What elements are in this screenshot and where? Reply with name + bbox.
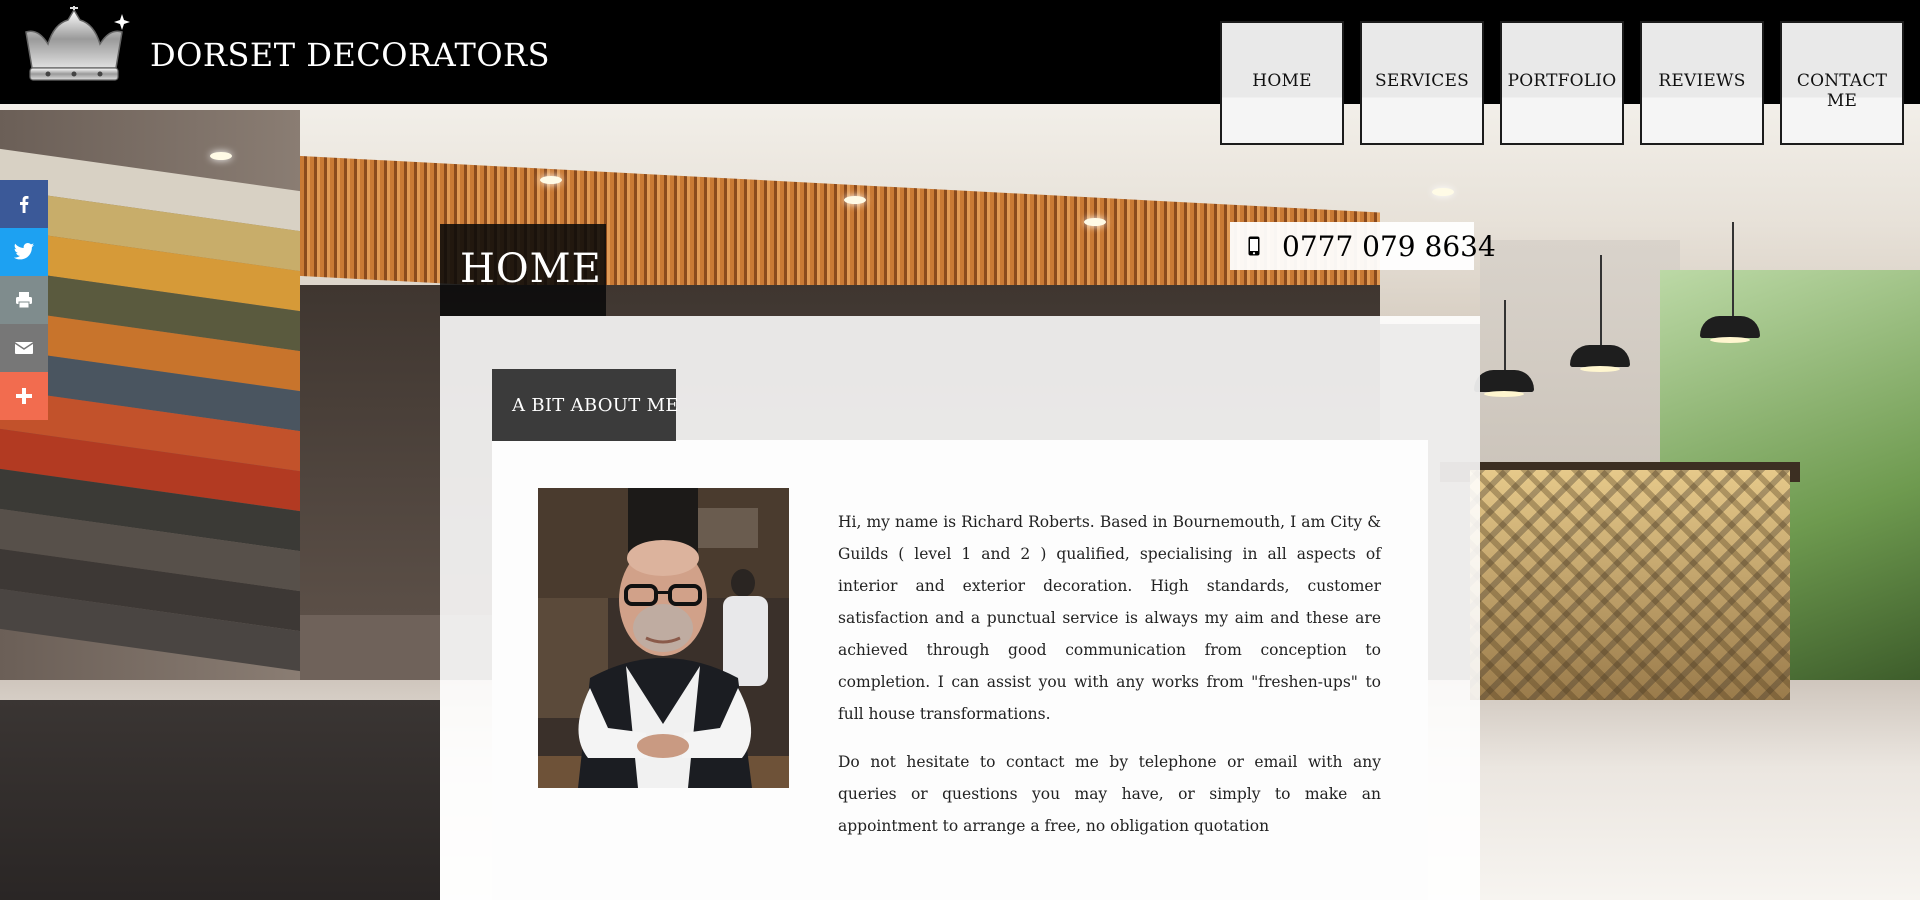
nav-portfolio[interactable]: PORTFOLIO: [1500, 21, 1624, 145]
print-share-button[interactable]: [0, 276, 48, 324]
ceiling-spotlight: [1084, 218, 1106, 226]
facebook-icon: [20, 196, 29, 213]
pendant-lamp: [1570, 345, 1630, 372]
about-paragraph-1: Hi, my name is Richard Roberts. Based in…: [838, 513, 1381, 723]
more-share-button[interactable]: [0, 372, 48, 420]
nav-services[interactable]: SERVICES: [1360, 21, 1484, 145]
lamp-cord: [1732, 222, 1734, 318]
about-text: Hi, my name is Richard Roberts. Based in…: [838, 506, 1381, 858]
profile-photo: [538, 488, 789, 788]
email-icon: [14, 342, 34, 354]
twitter-share-button[interactable]: [0, 228, 48, 276]
profile-portrait-image: [538, 488, 789, 788]
lamp-cord: [1504, 300, 1506, 372]
site-header: DORSET DECORATORS HOME SERVICES PORTFOLI…: [0, 0, 1920, 145]
facebook-share-button[interactable]: [0, 180, 48, 228]
crown-icon[interactable]: [18, 6, 130, 90]
ceiling-spotlight: [844, 196, 866, 204]
reception-counter: [1470, 470, 1790, 700]
social-share-bar: [0, 180, 48, 420]
more-plus-icon: [16, 388, 32, 404]
nav-home[interactable]: HOME: [1220, 21, 1344, 145]
lamp-cord: [1600, 255, 1602, 347]
nav-reviews[interactable]: REVIEWS: [1640, 21, 1764, 145]
ceiling-spotlight: [1432, 188, 1454, 196]
pendant-lamp: [1474, 370, 1534, 397]
print-icon: [16, 292, 32, 309]
pendant-lamp: [1700, 316, 1760, 343]
section-heading: A BIT ABOUT ME: [512, 395, 679, 416]
nav-contact-me[interactable]: CONTACT ME: [1780, 21, 1904, 145]
phone-number[interactable]: 0777 079 8634: [1282, 230, 1496, 263]
brand-name[interactable]: DORSET DECORATORS: [150, 36, 550, 74]
page-title: HOME: [460, 246, 602, 292]
mobile-phone-icon: [1248, 236, 1260, 256]
email-share-button[interactable]: [0, 324, 48, 372]
ceiling-spotlight: [210, 152, 232, 160]
about-paragraph-2: Do not hesitate to contact me by telepho…: [838, 753, 1381, 835]
dark-floor: [0, 700, 440, 900]
ceiling-spotlight: [540, 176, 562, 184]
twitter-icon: [13, 243, 35, 260]
